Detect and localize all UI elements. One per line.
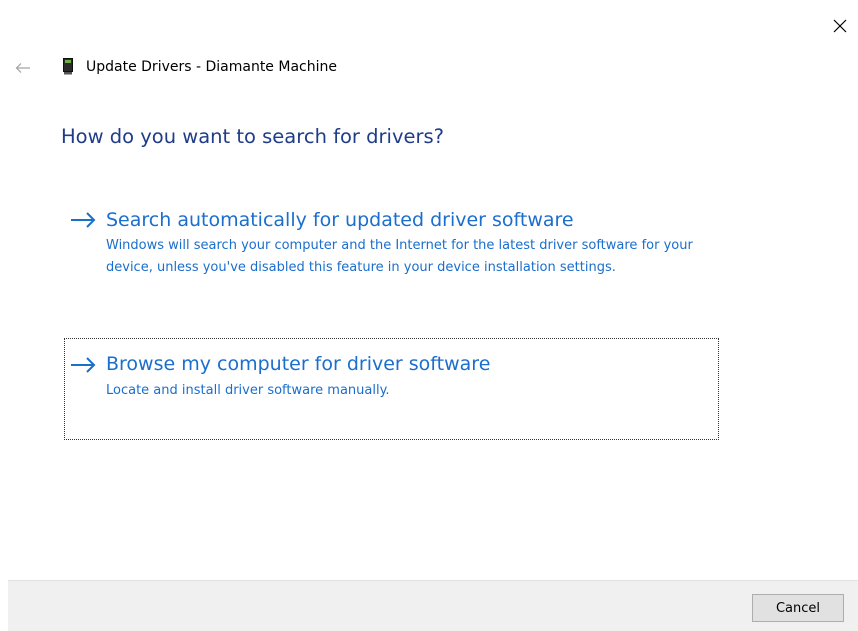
close-button[interactable] bbox=[826, 12, 854, 40]
option-title: Browse my computer for driver software bbox=[106, 353, 491, 375]
device-icon bbox=[63, 58, 73, 75]
close-icon bbox=[833, 19, 847, 33]
dialog-footer: Cancel bbox=[8, 580, 858, 631]
option-description: Locate and install driver software manua… bbox=[106, 383, 390, 398]
search-automatically-option[interactable]: Search automatically for updated driver … bbox=[64, 203, 719, 307]
arrow-right-icon bbox=[71, 212, 96, 228]
back-button[interactable] bbox=[12, 58, 34, 78]
cancel-button[interactable]: Cancel bbox=[752, 594, 844, 622]
option-description: Windows will search your computer and th… bbox=[106, 238, 693, 275]
browse-computer-option[interactable]: Browse my computer for driver software L… bbox=[64, 338, 719, 440]
page-heading: How do you want to search for drivers? bbox=[61, 125, 445, 148]
option-title: Search automatically for updated driver … bbox=[106, 209, 574, 231]
window-title: Update Drivers - Diamante Machine bbox=[86, 59, 337, 75]
arrow-right-icon bbox=[71, 357, 96, 373]
back-arrow-icon bbox=[15, 63, 30, 73]
